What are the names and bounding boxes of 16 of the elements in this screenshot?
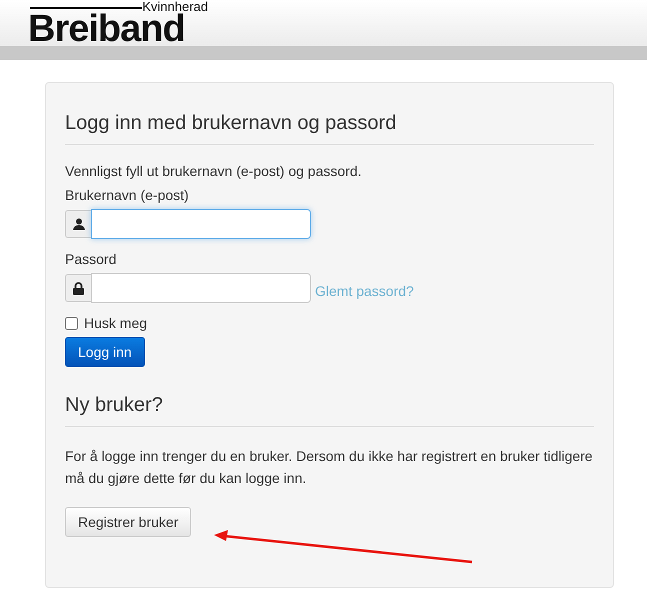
remember-checkbox[interactable] [65, 316, 78, 330]
register-heading: Ny bruker? [65, 393, 164, 417]
register-button[interactable]: Registrer bruker [65, 507, 192, 537]
checkbox-label: Husk meg [84, 315, 148, 331]
text-input[interactable] [91, 273, 311, 303]
user-icon [72, 218, 84, 230]
lock-icon [73, 282, 84, 294]
login-heading: Logg inn med brukernavn og passord [65, 111, 398, 135]
intro-text: Vennligst fyll ut brukernavn (e-post) og passord. [65, 163, 362, 179]
field-label: Passord [65, 251, 118, 267]
logo-subtitle: Kvinnherad [142, 0, 208, 14]
logo-title: Breiband [28, 14, 185, 44]
text-input[interactable] [91, 209, 311, 239]
field-label: Brukernavn (e-post) [65, 187, 190, 203]
login-button[interactable]: Logg inn [65, 337, 145, 367]
register-text: For å logge inn trenger du en bruker. Dersom du ikke har registrert en bruker tidligere må du gjøre dette før du kan logge inn. [65, 447, 594, 488]
